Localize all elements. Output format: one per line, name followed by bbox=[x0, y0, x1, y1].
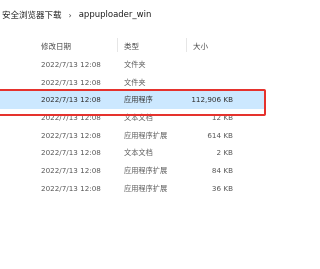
row-date: 2022/7/13 12:08 bbox=[41, 77, 101, 87]
row-size: 112,906 KB bbox=[191, 95, 233, 105]
file-row[interactable]: 2022/7/13 12:08 文件夹 bbox=[0, 56, 269, 74]
file-row[interactable]: 2022/7/13 12:08 文本文档 2 KB bbox=[0, 144, 269, 162]
row-size: 12 KB bbox=[211, 113, 233, 123]
breadcrumb: 安全浏览器下载 › appuploader_win bbox=[0, 8, 153, 22]
file-row[interactable]: 2022/7/13 12:08 文件夹 bbox=[0, 74, 269, 92]
file-list: 2022/7/13 12:08 文件夹 2022/7/13 12:08 文件夹 … bbox=[0, 56, 269, 198]
row-type: 文件夹 bbox=[124, 60, 146, 69]
row-type: 文本文档 bbox=[124, 113, 153, 123]
chevron-right-icon[interactable]: › bbox=[64, 11, 77, 20]
file-row[interactable]: 2022/7/13 12:08 应用程序扩展 614 KB bbox=[0, 127, 269, 145]
row-type: 文件夹 bbox=[124, 77, 146, 87]
column-header: 修改日期 类型 大小 bbox=[0, 38, 269, 54]
row-date: 2022/7/13 12:08 bbox=[41, 183, 101, 193]
row-date: 2022/7/13 12:08 bbox=[41, 166, 101, 176]
column-divider[interactable] bbox=[117, 38, 118, 52]
file-row[interactable]: 2022/7/13 12:08 应用程序扩展 36 KB bbox=[0, 180, 269, 198]
file-explorer-view: 安全浏览器下载 › appuploader_win 修改日期 类型 大小 202… bbox=[0, 0, 269, 269]
row-date: 2022/7/13 12:08 bbox=[41, 130, 101, 140]
breadcrumb-parent[interactable]: 安全浏览器下载 bbox=[0, 9, 64, 21]
row-type: 应用程序扩展 bbox=[124, 183, 168, 193]
row-type: 文本文档 bbox=[124, 148, 153, 158]
vertical-scrollbar[interactable] bbox=[266, 40, 269, 269]
row-type: 应用程序扩展 bbox=[124, 130, 168, 140]
column-header-size[interactable]: 大小 bbox=[193, 41, 208, 52]
column-header-type[interactable]: 类型 bbox=[124, 41, 139, 52]
file-row-selected[interactable]: 2022/7/13 12:08 应用程序 112,906 KB bbox=[0, 91, 269, 110]
row-type: 应用程序 bbox=[124, 95, 153, 105]
row-date: 2022/7/13 12:08 bbox=[41, 113, 101, 123]
row-size: 84 KB bbox=[211, 166, 233, 176]
file-row[interactable]: 2022/7/13 12:08 应用程序扩展 84 KB bbox=[0, 162, 269, 180]
row-size: 36 KB bbox=[211, 183, 233, 193]
row-size: 2 KB bbox=[216, 148, 233, 158]
row-date: 2022/7/13 12:08 bbox=[41, 95, 101, 105]
column-divider[interactable] bbox=[186, 38, 187, 52]
row-type: 应用程序扩展 bbox=[124, 166, 168, 176]
column-header-date[interactable]: 修改日期 bbox=[41, 41, 71, 52]
row-size: 614 KB bbox=[207, 130, 233, 140]
breadcrumb-current[interactable]: appuploader_win bbox=[77, 10, 154, 20]
row-date: 2022/7/13 12:08 bbox=[41, 148, 101, 158]
file-row[interactable]: 2022/7/13 12:08 文本文档 12 KB bbox=[0, 109, 269, 127]
row-date: 2022/7/13 12:08 bbox=[41, 60, 101, 69]
